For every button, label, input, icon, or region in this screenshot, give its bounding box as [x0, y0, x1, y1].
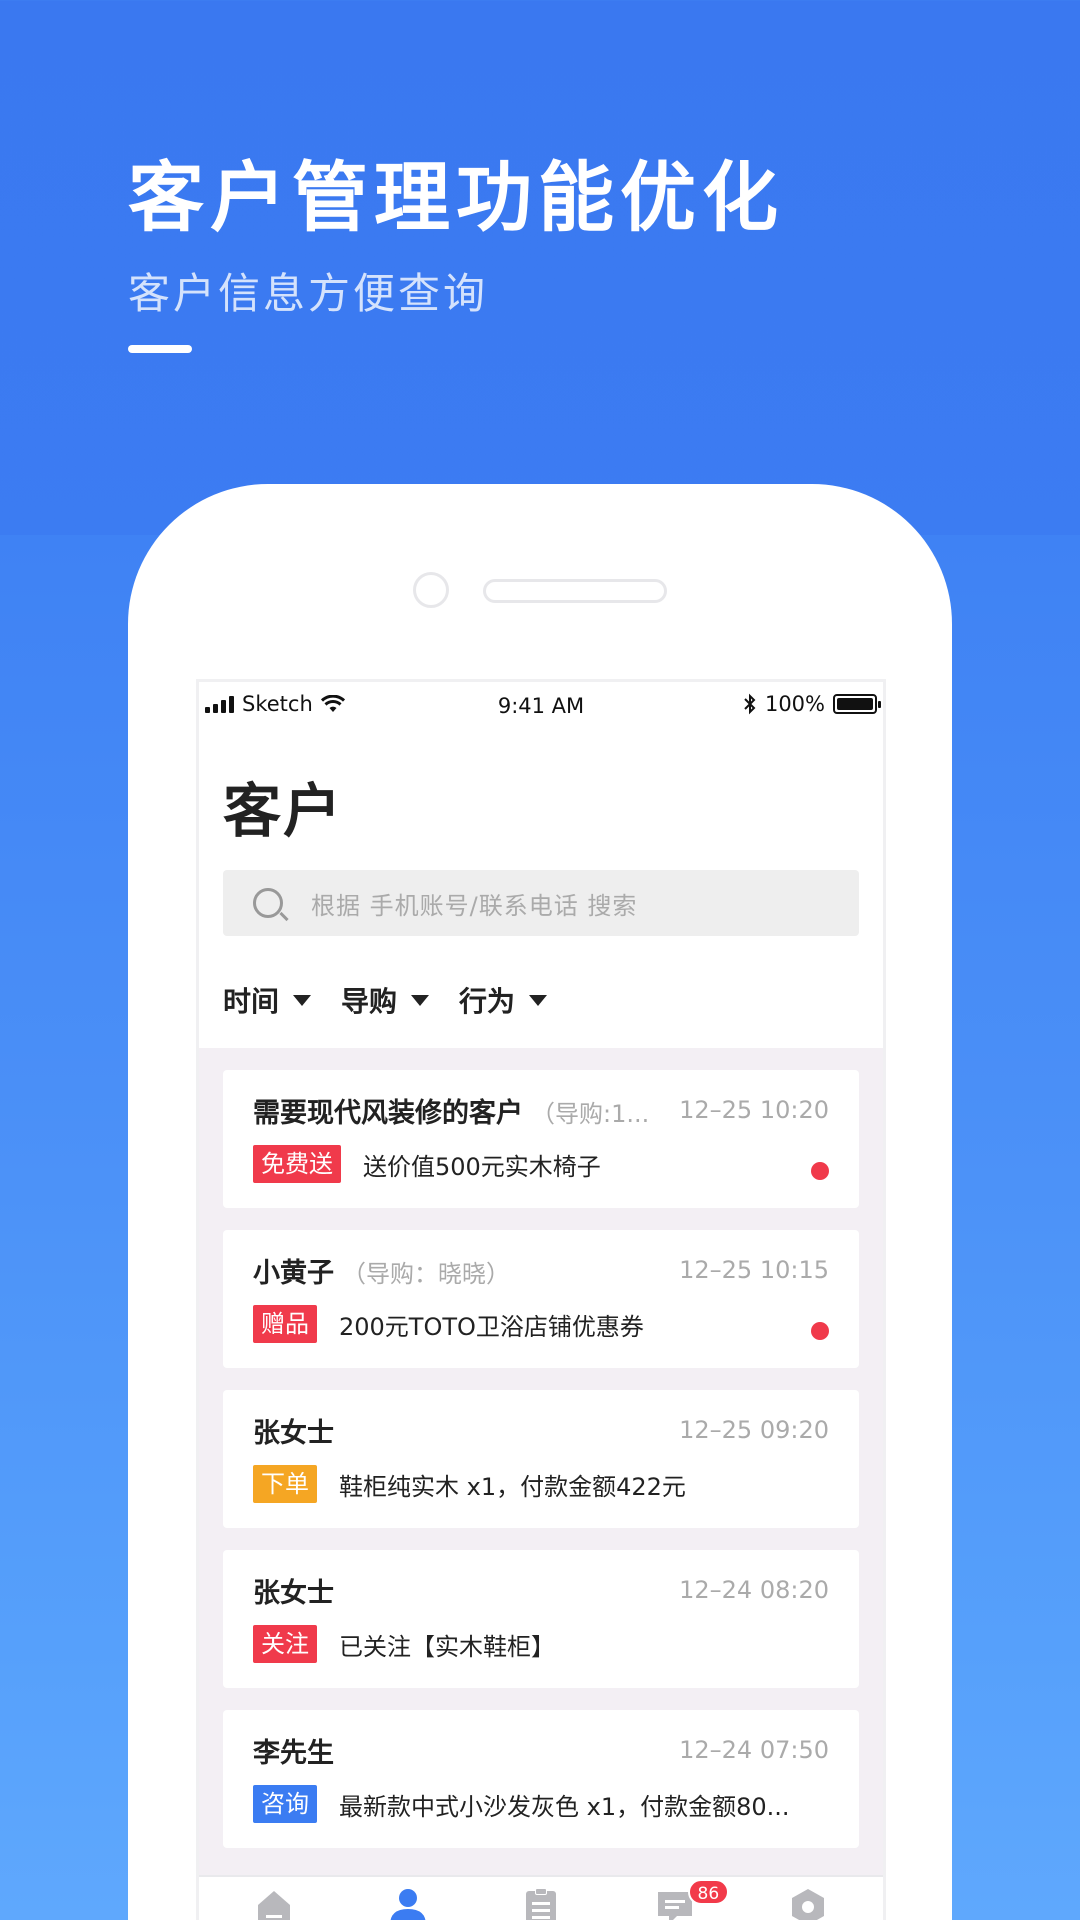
- customer-activity: 已关注【实木鞋柜】: [339, 1632, 555, 1661]
- customer-guide: （导购:1...: [531, 1099, 650, 1128]
- tab-home[interactable]: 主页: [229, 1877, 319, 1920]
- customer-card[interactable]: 小黄子 （导购：晓晓） 12–25 10:15 赠品 200元TOTO卫浴店铺优…: [223, 1230, 859, 1368]
- customer-time: 12–25 09:20: [679, 1416, 829, 1444]
- behavior-tag: 免费送: [253, 1145, 341, 1183]
- hero-divider: [128, 345, 192, 353]
- customer-card[interactable]: 需要现代风装修的客户 （导购:1... 12–25 10:20 免费送 送价值5…: [223, 1070, 859, 1208]
- hero: 客户管理功能优化 客户信息方便查询: [128, 150, 784, 353]
- message-count-badge: 86: [687, 1879, 730, 1905]
- bluetooth-icon: [744, 693, 756, 715]
- battery-percent: 100%: [764, 692, 825, 716]
- customer-time: 12–24 08:20: [679, 1576, 829, 1604]
- phone-screen: Sketch 9:41 AM 100% 客户 根据 手机账号/联系电话 搜索 时…: [196, 679, 886, 1920]
- filter-time[interactable]: 时间: [223, 980, 312, 1020]
- hero-subtitle: 客户信息方便查询: [128, 269, 489, 318]
- caret-down-icon: [529, 994, 548, 1006]
- filter-label: 行为: [459, 985, 516, 1018]
- tab-customers[interactable]: 客户: [363, 1877, 453, 1920]
- tab-settings[interactable]: 设置: [763, 1877, 853, 1920]
- battery-icon: [833, 694, 881, 714]
- behavior-tag: 下单: [253, 1465, 317, 1503]
- filter-behavior[interactable]: 行为: [459, 980, 548, 1020]
- customer-name: 小黄子: [253, 1257, 334, 1289]
- caret-down-icon: [411, 994, 430, 1006]
- behavior-tag: 咨询: [253, 1785, 317, 1823]
- customer-card[interactable]: 张女士 12–25 09:20 下单 鞋柜纯实木 x1，付款金额422元: [223, 1390, 859, 1528]
- customer-name: 张女士: [253, 1577, 334, 1609]
- customer-name: 张女士: [253, 1417, 334, 1449]
- customer-name: 需要现代风装修的客户: [253, 1097, 523, 1129]
- unread-dot: [811, 1162, 829, 1180]
- tab-bar: 主页 客户 订单: [199, 1875, 883, 1920]
- customer-activity: 送价值500元实木椅子: [363, 1152, 601, 1181]
- customer-card[interactable]: 李先生 12–24 07:50 咨询 最新款中式小沙发灰色 x1，付款金额80.…: [223, 1710, 859, 1848]
- customer-name: 李先生: [253, 1737, 334, 1769]
- hero-title: 客户管理功能优化: [128, 153, 784, 242]
- search-icon: [253, 888, 283, 918]
- phone-frame: Sketch 9:41 AM 100% 客户 根据 手机账号/联系电话 搜索 时…: [128, 484, 952, 1920]
- person-icon: [390, 1889, 425, 1920]
- search-input[interactable]: 根据 手机账号/联系电话 搜索: [223, 870, 859, 936]
- behavior-tag: 赠品: [253, 1305, 317, 1343]
- gear-icon: [792, 1889, 824, 1920]
- customer-time: 12–25 10:15: [679, 1256, 829, 1284]
- filter-label: 时间: [223, 985, 280, 1018]
- speaker-grille: [483, 579, 667, 603]
- filter-bar: 时间 导购 行为: [223, 976, 859, 1024]
- camera-icon: [413, 572, 449, 608]
- customer-card[interactable]: 张女士 12–24 08:20 关注 已关注【实木鞋柜】: [223, 1550, 859, 1688]
- tab-messages[interactable]: 消息 86: [630, 1877, 730, 1920]
- customer-activity: 鞋柜纯实木 x1，付款金额422元: [339, 1472, 686, 1501]
- behavior-tag: 关注: [253, 1625, 317, 1663]
- clipboard-icon: [526, 1888, 556, 1920]
- unread-dot: [811, 1322, 829, 1340]
- search-placeholder: 根据 手机账号/联系电话 搜索: [311, 891, 638, 920]
- filter-label: 导购: [341, 985, 398, 1018]
- status-bar: Sketch 9:41 AM 100%: [199, 682, 883, 730]
- customer-list: 需要现代风装修的客户 （导购:1... 12–25 10:20 免费送 送价值5…: [199, 1048, 883, 1848]
- filter-guide[interactable]: 导购: [341, 980, 430, 1020]
- customer-guide: （导购：晓晓）: [342, 1259, 510, 1288]
- tab-orders[interactable]: 订单: [496, 1877, 586, 1920]
- page-title: 客户: [223, 777, 344, 845]
- caret-down-icon: [293, 994, 312, 1006]
- home-icon: [258, 1891, 290, 1920]
- customer-time: 12–25 10:20: [679, 1096, 829, 1124]
- customer-time: 12–24 07:50: [679, 1736, 829, 1764]
- customer-activity: 200元TOTO卫浴店铺优惠券: [339, 1312, 644, 1341]
- customer-activity: 最新款中式小沙发灰色 x1，付款金额80...: [339, 1792, 790, 1821]
